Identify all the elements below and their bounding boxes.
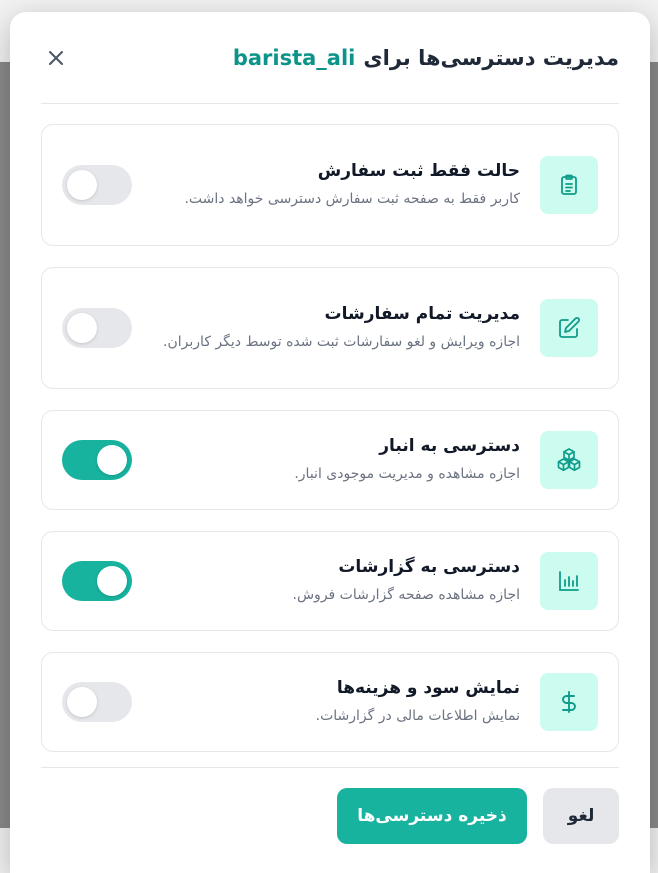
permission-toggle-profit[interactable] bbox=[62, 682, 132, 722]
permission-toggle-manage-orders[interactable] bbox=[62, 308, 132, 348]
permission-description: اجازه مشاهده و مدیریت موجودی انبار. bbox=[294, 466, 520, 482]
permission-description: اجازه مشاهده صفحه گزارشات فروش. bbox=[292, 587, 520, 603]
permission-text: دسترسی به گزارشات اجازه مشاهده صفحه گزار… bbox=[160, 555, 520, 607]
permission-card-reports: دسترسی به گزارشات اجازه مشاهده صفحه گزار… bbox=[41, 531, 619, 631]
permission-title: نمایش سود و هزینه‌ها bbox=[336, 678, 520, 698]
permission-icon-box bbox=[540, 299, 598, 357]
toggle-knob bbox=[97, 445, 127, 475]
permissions-modal: مدیریت دسترسی‌ها برای barista_ali حالت ف… bbox=[10, 12, 650, 873]
modal-title-prefix: مدیریت دسترسی‌ها برای bbox=[363, 45, 619, 70]
permission-toggle-inventory[interactable] bbox=[62, 440, 132, 480]
toggle-knob bbox=[67, 687, 97, 717]
permission-icon-box bbox=[540, 156, 598, 214]
toggle-knob bbox=[67, 313, 97, 343]
permission-title: دسترسی به انبار bbox=[379, 436, 520, 456]
permission-description: کاربر فقط به صفحه ثبت سفارش دسترسی خواهد… bbox=[184, 191, 520, 207]
bar-chart-icon bbox=[559, 571, 579, 591]
permission-title: مدیریت تمام سفارشات bbox=[324, 304, 520, 324]
permission-icon-box bbox=[540, 673, 598, 731]
permissions-list: حالت فقط ثبت سفارش کاربر فقط به صفحه ثبت… bbox=[41, 124, 619, 773]
permission-text: دسترسی به انبار اجازه مشاهده و مدیریت مو… bbox=[160, 434, 520, 486]
modal-header: مدیریت دسترسی‌ها برای barista_ali bbox=[41, 12, 619, 104]
permission-text: حالت فقط ثبت سفارش کاربر فقط به صفحه ثبت… bbox=[160, 159, 520, 211]
permission-card-inventory: دسترسی به انبار اجازه مشاهده و مدیریت مو… bbox=[41, 410, 619, 510]
boxes-icon bbox=[557, 448, 581, 472]
permission-icon-box bbox=[540, 431, 598, 489]
close-button[interactable] bbox=[41, 43, 71, 73]
modal-title-username: barista_ali bbox=[232, 45, 356, 70]
permission-description: اجازه ویرایش و لغو سفارشات ثبت شده توسط … bbox=[163, 334, 520, 350]
permission-description: نمایش اطلاعات مالی در گزارشات. bbox=[315, 708, 520, 724]
edit-icon bbox=[559, 317, 580, 338]
permission-card-manage-orders: مدیریت تمام سفارشات اجازه ویرایش و لغو س… bbox=[41, 267, 619, 389]
permission-card-profit: نمایش سود و هزینه‌ها نمایش اطلاعات مالی … bbox=[41, 652, 619, 752]
toggle-knob bbox=[67, 170, 97, 200]
cancel-button[interactable]: لغو bbox=[543, 788, 619, 844]
permission-text: نمایش سود و هزینه‌ها نمایش اطلاعات مالی … bbox=[160, 676, 520, 728]
permission-toggle-order-only[interactable] bbox=[62, 165, 132, 205]
permission-card-order-only: حالت فقط ثبت سفارش کاربر فقط به صفحه ثبت… bbox=[41, 124, 619, 246]
permission-title: حالت فقط ثبت سفارش bbox=[317, 161, 520, 181]
clipboard-list-icon bbox=[561, 174, 577, 195]
toggle-knob bbox=[97, 566, 127, 596]
permission-text: مدیریت تمام سفارشات اجازه ویرایش و لغو س… bbox=[160, 302, 520, 354]
permission-toggle-reports[interactable] bbox=[62, 561, 132, 601]
save-permissions-button[interactable]: ذخیره دسترسی‌ها bbox=[337, 788, 527, 844]
permission-title: دسترسی به گزارشات bbox=[338, 557, 520, 577]
dollar-icon bbox=[562, 691, 576, 713]
close-icon bbox=[49, 50, 63, 65]
modal-title: مدیریت دسترسی‌ها برای barista_ali bbox=[233, 46, 619, 70]
permission-icon-box bbox=[540, 552, 598, 610]
modal-footer: لغو ذخیره دسترسی‌ها bbox=[41, 767, 619, 844]
